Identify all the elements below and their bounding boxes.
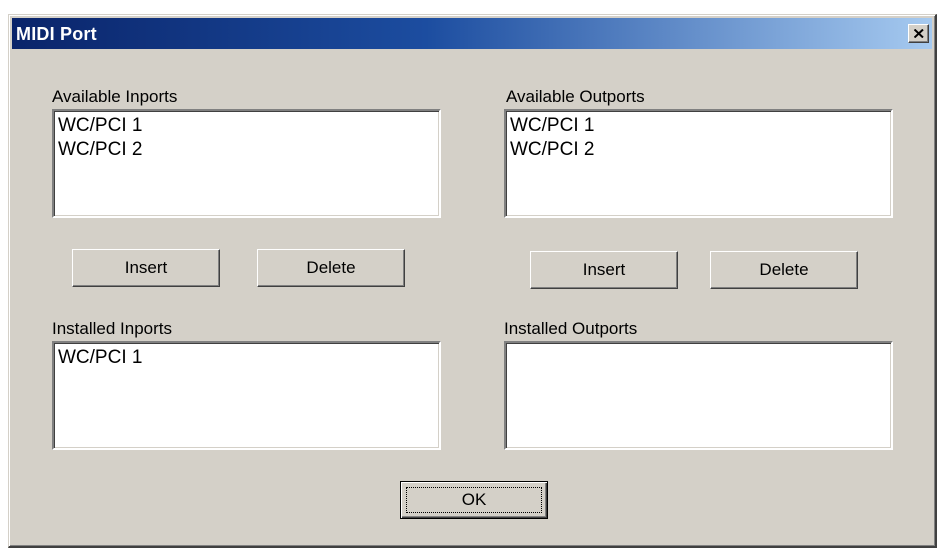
ok-button-label: OK bbox=[406, 487, 542, 513]
midi-port-dialog: MIDI Port Available Inports WC/PCI 1 WC/… bbox=[8, 14, 937, 548]
close-button[interactable] bbox=[908, 24, 929, 43]
available-inports-list[interactable]: WC/PCI 1 WC/PCI 2 bbox=[52, 109, 441, 218]
insert-inport-button[interactable]: Insert bbox=[72, 249, 220, 287]
title-bar[interactable]: MIDI Port bbox=[12, 18, 932, 49]
installed-outports-list[interactable] bbox=[504, 341, 893, 450]
available-inports-label: Available Inports bbox=[52, 87, 178, 106]
installed-inports-list[interactable]: WC/PCI 1 bbox=[52, 341, 441, 450]
available-outports-list[interactable]: WC/PCI 1 WC/PCI 2 bbox=[504, 109, 893, 218]
list-item[interactable]: WC/PCI 1 bbox=[510, 114, 891, 138]
delete-inport-button[interactable]: Delete bbox=[257, 249, 405, 287]
list-item[interactable]: WC/PCI 1 bbox=[58, 114, 439, 138]
ok-button[interactable]: OK bbox=[400, 481, 548, 519]
list-item[interactable]: WC/PCI 2 bbox=[510, 138, 891, 162]
list-item[interactable]: WC/PCI 1 bbox=[58, 346, 439, 370]
delete-outport-button[interactable]: Delete bbox=[710, 251, 858, 289]
window-title: MIDI Port bbox=[16, 24, 97, 44]
installed-inports-label: Installed Inports bbox=[52, 319, 173, 338]
insert-outport-button[interactable]: Insert bbox=[530, 251, 678, 289]
available-outports-label: Available Outports bbox=[506, 87, 645, 106]
list-item[interactable]: WC/PCI 2 bbox=[58, 138, 439, 162]
installed-outports-label: Installed Outports bbox=[504, 319, 638, 338]
close-icon bbox=[914, 29, 924, 38]
